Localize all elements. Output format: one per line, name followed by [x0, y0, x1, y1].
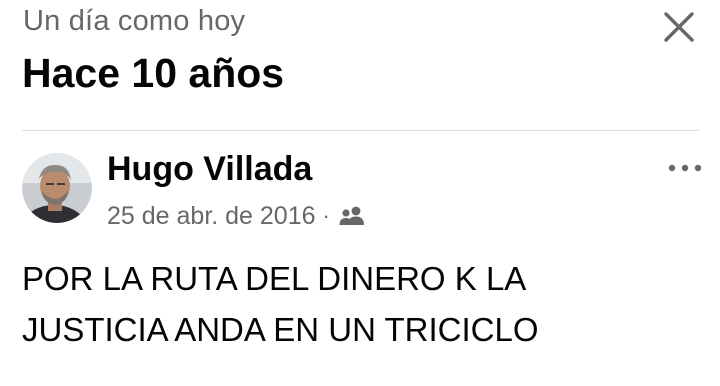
close-button[interactable] — [660, 8, 698, 46]
page-title: Hace 10 años — [22, 50, 285, 96]
avatar-photo — [22, 153, 92, 223]
friends-icon[interactable] — [338, 205, 366, 227]
more-options-button[interactable] — [666, 160, 704, 176]
more-options-icon — [668, 164, 702, 172]
close-icon — [664, 12, 694, 42]
memory-card: Un día como hoy Hace 10 años Hugo Villad… — [0, 0, 720, 386]
post-meta: 25 de abr. de 2016 · — [107, 200, 366, 232]
post-text: POR LA RUTA DEL DINERO K LA JUSTICIA AND… — [22, 260, 539, 348]
meta-separator: · — [322, 203, 330, 228]
memory-kicker: Un día como hoy — [23, 5, 246, 37]
post-date[interactable]: 25 de abr. de 2016 — [107, 202, 316, 231]
author-name[interactable]: Hugo Villada — [107, 150, 312, 189]
author-avatar[interactable] — [22, 153, 92, 223]
divider — [22, 130, 699, 131]
